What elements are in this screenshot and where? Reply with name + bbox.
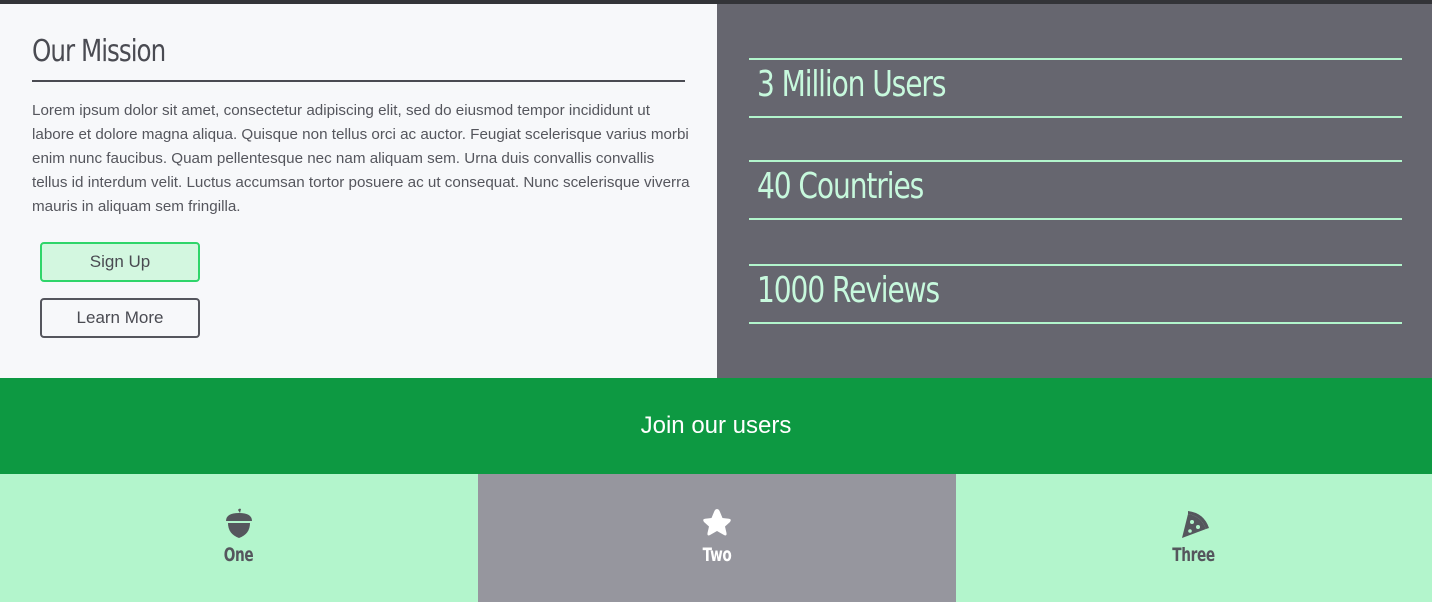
stats-panel: 3 Million Users 40 Countries 1000 Review… <box>717 4 1432 378</box>
stat-reviews: 1000 Reviews <box>749 264 1402 324</box>
title-divider <box>32 80 685 82</box>
stat-users-text: 3 Million Users <box>757 64 946 105</box>
stat-users: 3 Million Users <box>749 58 1402 118</box>
feature-three-label: Three <box>1172 544 1216 566</box>
feature-one[interactable]: One <box>0 474 478 602</box>
join-text: Join our users <box>640 412 792 439</box>
pizza-slice-icon <box>1182 511 1209 538</box>
mission-title: Our Mission <box>32 34 166 69</box>
join-banner: Join our users <box>0 378 1432 474</box>
feature-one-label: One <box>224 544 254 566</box>
mission-body: Lorem ipsum dolor sit amet, consectetur … <box>32 102 690 215</box>
star-icon <box>703 509 731 536</box>
sign-up-button[interactable]: Sign Up <box>40 242 200 282</box>
learn-more-button[interactable]: Learn More <box>40 298 200 338</box>
acorn-icon <box>226 508 252 538</box>
stat-countries: 40 Countries <box>749 160 1402 220</box>
mission-section: Our Mission Lorem ipsum dolor sit amet, … <box>0 4 717 378</box>
feature-three[interactable]: Three <box>956 474 1432 602</box>
stat-countries-text: 40 Countries <box>757 166 924 207</box>
stat-reviews-text: 1000 Reviews <box>757 270 940 311</box>
feature-two[interactable]: Two <box>478 474 956 602</box>
feature-two-label: Two <box>702 544 732 566</box>
